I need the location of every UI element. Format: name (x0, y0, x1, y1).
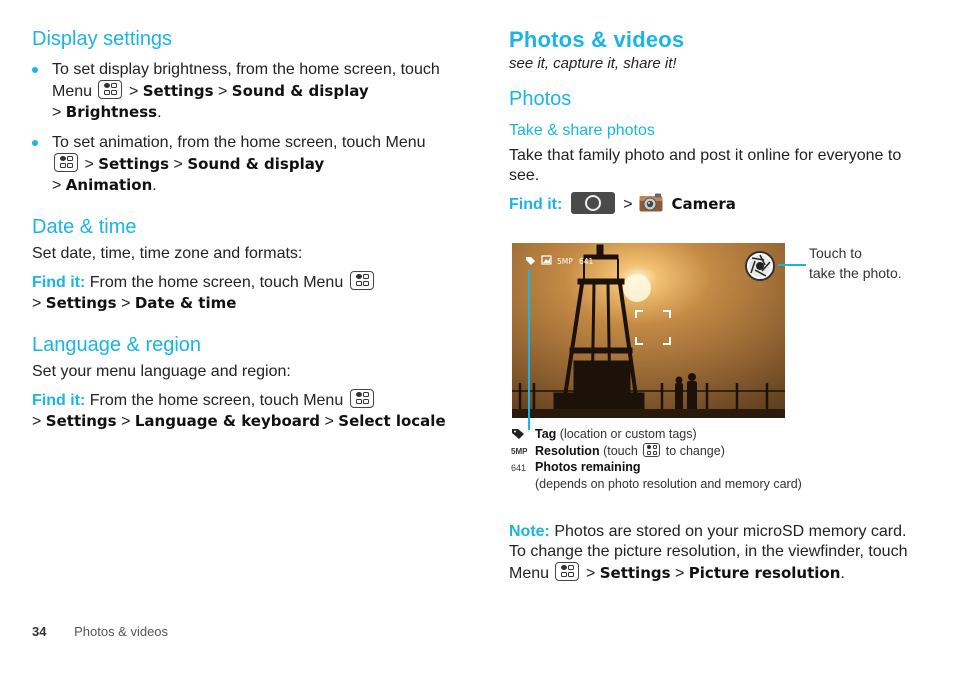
menu-key-icon (98, 80, 123, 99)
legend-row-tag: Tag (location or custom tags) (511, 426, 841, 443)
viewfinder-legend: Tag (location or custom tags) 5MP Resolu… (511, 426, 841, 492)
language-region-description: Set your menu language and region: (32, 363, 291, 380)
callout-line (778, 264, 806, 266)
photos-heading: Photos (509, 88, 572, 110)
resolution-overlay-text: 5MP (557, 257, 573, 266)
callout-line (528, 270, 530, 430)
menu-key-icon (349, 389, 374, 408)
camera-app-icon (639, 193, 663, 212)
display-settings-list: To set display brightness, from the home… (32, 60, 452, 196)
camera-viewfinder-image: 5MP 641 (512, 243, 785, 418)
date-time-find-it: Find it: From the home screen, touch Men… (32, 271, 452, 314)
bullet-icon (32, 140, 38, 146)
tag-icon (512, 429, 524, 439)
page-footer: 34 Photos & videos (32, 624, 168, 639)
chapter-tagline: see it, capture it, share it! (509, 55, 677, 72)
menu-key-icon (643, 442, 661, 457)
list-item: To set animation, from the home screen, … (32, 133, 452, 196)
page-number: 34 (32, 624, 47, 639)
note-paragraph: Note: Photos are stored on your microSD … (509, 523, 908, 582)
remaining-overlay-text: 641 (579, 257, 594, 266)
sunset-lighthouse-photo: 5MP 641 (512, 243, 785, 418)
bullet-icon (32, 67, 38, 73)
shutter-callout: Touch to take the photo. (809, 245, 902, 281)
menu-key-icon (54, 153, 78, 172)
legend-row-resolution: 5MP Resolution (touch to change) (511, 442, 725, 458)
display-settings-heading: Display settings (32, 28, 173, 50)
menu-key-icon (555, 562, 580, 581)
camera-key-icon (570, 192, 615, 214)
photos-find-it: Find it: > Camera (509, 192, 929, 215)
legend-row-remaining: 641 Photos remaining (depends on photo r… (511, 460, 802, 491)
take-share-heading: Take & share photos (509, 122, 655, 139)
left-column: Display settings To set display brightne… (32, 26, 452, 432)
photos-description: Take that family photo and post it onlin… (509, 147, 902, 184)
shutter-button[interactable] (745, 251, 775, 281)
chapter-title: Photos & videos (509, 27, 685, 52)
menu-key-icon (349, 271, 374, 290)
date-time-heading: Date & time (32, 216, 137, 238)
right-column: Photos & videos see it, capture it, shar… (509, 26, 929, 215)
language-region-heading: Language & region (32, 334, 202, 356)
list-item: To set display brightness, from the home… (32, 60, 452, 123)
date-time-description: Set date, time, time zone and formats: (32, 245, 303, 262)
language-region-find-it: Find it: From the home screen, touch Men… (32, 389, 452, 432)
footer-section-title: Photos & videos (74, 624, 169, 639)
